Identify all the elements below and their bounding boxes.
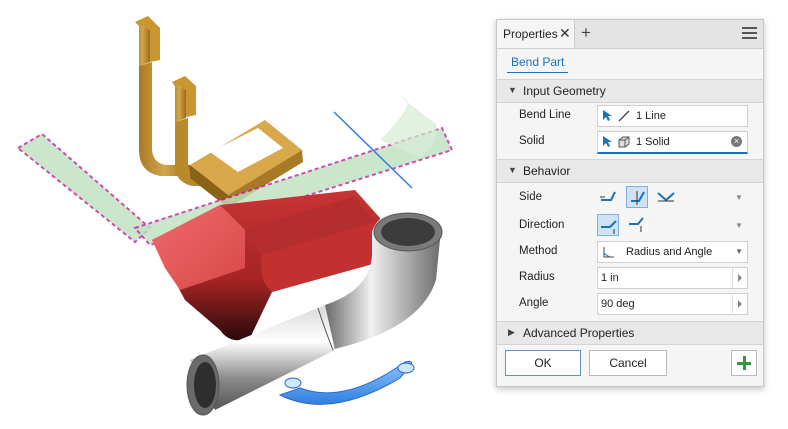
ok-button[interactable]: OK — [505, 350, 581, 376]
bend-line-value: 1 Line — [636, 110, 666, 122]
radius-value: 1 in — [601, 272, 619, 284]
section-behavior[interactable]: ▼ Behavior — [497, 159, 763, 183]
line-icon — [618, 110, 630, 122]
angle-label: Angle — [519, 297, 549, 309]
feature-title[interactable]: Bend Part — [511, 55, 564, 69]
method-select[interactable]: Radius and Angle ▼ — [597, 241, 748, 263]
collapse-arrow-icon: ▼ — [508, 165, 517, 175]
properties-panel: Properties ✕ + Bend Part ▼ Input Geometr… — [496, 19, 764, 387]
side-label: Side — [519, 191, 543, 203]
side-1-icon[interactable] — [597, 186, 619, 208]
angle-flyout-arrow-icon[interactable] — [732, 294, 747, 314]
angle-input[interactable]: 90 deg — [597, 293, 748, 315]
radius-flyout-arrow-icon[interactable] — [732, 268, 747, 288]
chevron-down-icon: ▼ — [735, 247, 743, 256]
section-label: Behavior — [523, 164, 571, 178]
method-label: Method — [519, 245, 558, 257]
solid-value: 1 Solid — [636, 136, 670, 148]
collapse-arrow-icon: ▼ — [508, 85, 517, 95]
section-label: Advanced Properties — [523, 326, 635, 340]
section-input-geometry[interactable]: ▼ Input Geometry — [497, 79, 763, 103]
radius-label: Radius — [519, 271, 555, 283]
tab-properties[interactable]: Properties ✕ — [497, 20, 575, 48]
graphics-viewport[interactable] — [0, 0, 490, 426]
apply-plus-icon[interactable] — [731, 350, 757, 376]
close-icon[interactable]: ✕ — [559, 25, 571, 42]
direction-flip-2-icon[interactable] — [626, 214, 648, 236]
model-scene — [16, 16, 454, 416]
add-tab-icon[interactable]: + — [581, 23, 591, 43]
side-dropdown-arrow-icon[interactable]: ▼ — [735, 193, 743, 202]
panel-tab-bar: Properties ✕ + — [497, 20, 763, 49]
bend-line-selector[interactable]: 1 Line — [597, 105, 748, 127]
solid-selector[interactable]: 1 Solid × — [597, 131, 748, 154]
direction-label: Direction — [519, 219, 565, 231]
hamburger-menu-icon[interactable] — [742, 27, 757, 42]
angle-value: 90 deg — [601, 298, 635, 310]
tab-properties-label: Properties — [503, 27, 558, 41]
radius-input[interactable]: 1 in — [597, 267, 748, 289]
symmetric-icon[interactable] — [655, 186, 677, 208]
method-value: Radius and Angle — [626, 246, 713, 258]
select-pointer-icon — [603, 136, 612, 147]
bend-line-label: Bend Line — [519, 109, 571, 121]
radius-angle-icon — [603, 247, 614, 258]
direction-flip-1-icon[interactable] — [597, 214, 619, 236]
direction-dropdown-arrow-icon[interactable]: ▼ — [735, 221, 743, 230]
feature-title-underline — [507, 72, 568, 73]
cancel-button[interactable]: Cancel — [589, 350, 667, 376]
blue-curved-part[interactable] — [278, 361, 415, 405]
solid-body-icon — [618, 136, 630, 148]
section-label: Input Geometry — [523, 84, 606, 98]
side-2-icon[interactable] — [626, 186, 648, 208]
section-advanced-properties[interactable]: ▶ Advanced Properties — [497, 321, 763, 345]
expand-arrow-icon: ▶ — [508, 327, 515, 337]
clear-selection-icon[interactable]: × — [731, 136, 742, 147]
bracket-part[interactable] — [135, 16, 303, 208]
select-pointer-icon — [603, 110, 612, 121]
solid-label: Solid — [519, 135, 545, 147]
